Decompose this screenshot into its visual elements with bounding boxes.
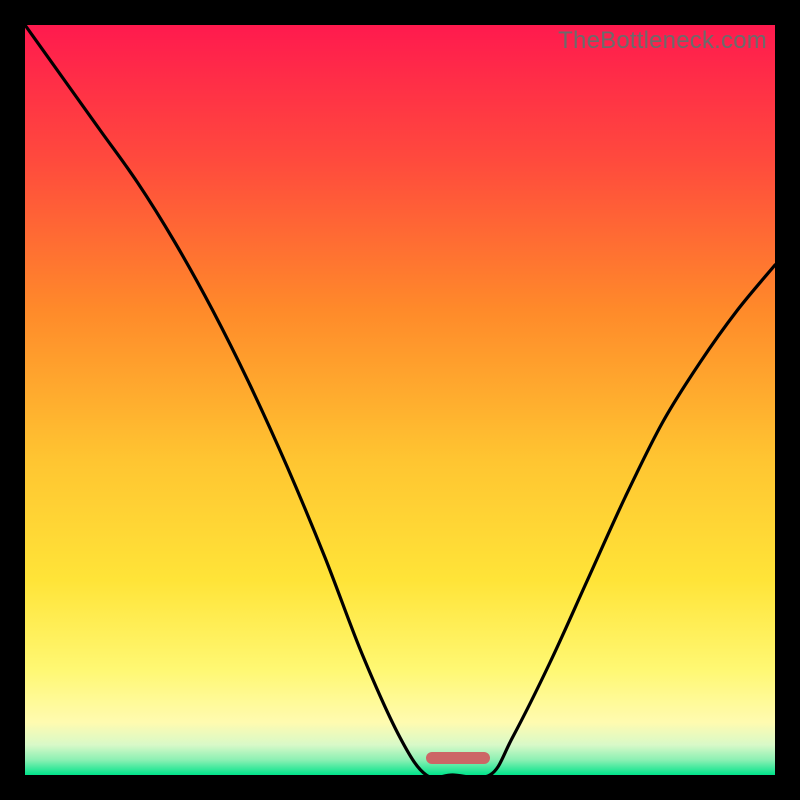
plot-frame: TheBottleneck.com [25, 25, 775, 775]
optimal-marker [426, 752, 490, 764]
bottleneck-curve [25, 25, 775, 775]
